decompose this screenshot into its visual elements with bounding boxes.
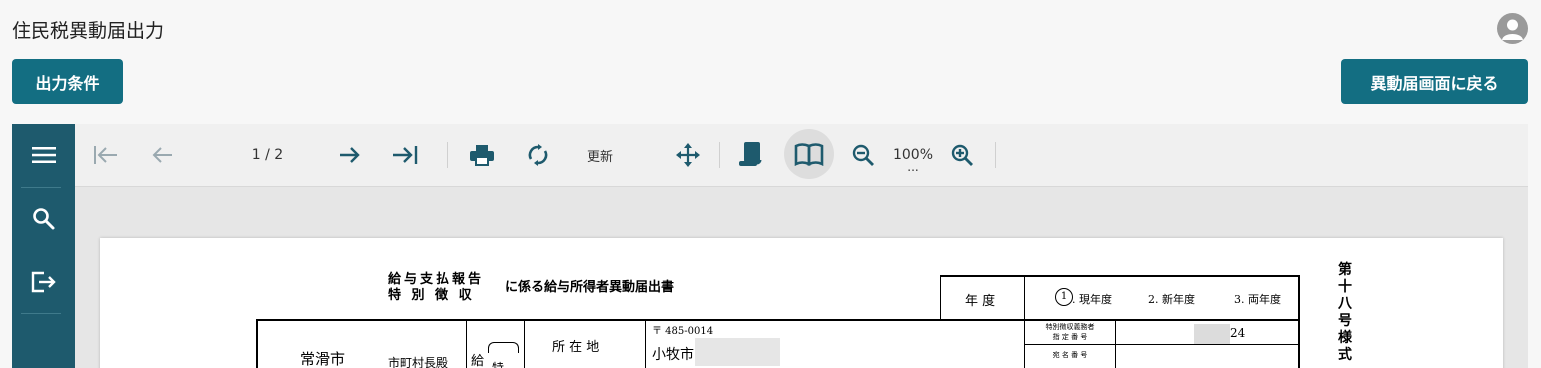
print-icon[interactable] xyxy=(465,134,499,176)
zoom-in-icon[interactable] xyxy=(945,134,979,176)
table-line xyxy=(256,319,258,368)
zoom-out-icon[interactable] xyxy=(846,134,880,176)
table-line xyxy=(940,275,1300,277)
previous-page-icon[interactable] xyxy=(148,134,178,176)
first-page-icon[interactable] xyxy=(91,134,121,176)
book-view-icon[interactable] xyxy=(784,129,834,179)
pan-move-icon[interactable] xyxy=(671,134,705,176)
search-icon[interactable] xyxy=(12,188,75,250)
table-line xyxy=(524,319,525,368)
zoom-more-indicator[interactable]: ... xyxy=(898,157,928,177)
back-to-transfer-screen-button[interactable]: 異動届画面に戻る xyxy=(1341,59,1528,104)
continuous-scroll-icon[interactable] xyxy=(734,134,768,176)
redaction-block xyxy=(1194,324,1230,344)
mayor-label: 市町村長殿 xyxy=(388,356,449,368)
table-line xyxy=(1298,275,1300,368)
bracket-mark xyxy=(488,342,519,353)
user-avatar-icon[interactable] xyxy=(1497,13,1528,44)
page-title: 住民税異動届出力 xyxy=(12,20,165,42)
kyu-label: 給 xyxy=(471,354,485,368)
year-option-3: 3. 両年度 xyxy=(1234,293,1281,306)
report-viewer: 1 / 2 更新 100% ... 給与支払報告 特 別 徴 収 に係る給与所得… xyxy=(12,124,1528,368)
address: 小牧市 xyxy=(652,347,694,363)
table-line xyxy=(645,319,646,368)
city-name: 常滑市 xyxy=(300,350,346,368)
toku-label: 特 xyxy=(492,361,505,368)
next-page-icon[interactable] xyxy=(334,134,364,176)
sidebar-divider xyxy=(21,313,61,314)
form-number: 第十八号様式 xyxy=(1338,262,1352,363)
toolbar-divider xyxy=(719,142,720,168)
obligor-label-1: 特別徴収義務者 xyxy=(1045,323,1095,331)
redaction-block xyxy=(695,338,780,366)
last-page-icon[interactable] xyxy=(388,134,422,176)
menu-icon[interactable] xyxy=(12,124,75,186)
toolbar-divider xyxy=(995,142,996,168)
table-line xyxy=(940,275,941,320)
page-indicator[interactable]: 1 / 2 xyxy=(230,134,305,176)
refresh-label[interactable]: 更新 xyxy=(575,134,625,176)
viewer-sidebar xyxy=(12,124,75,368)
year-label: 年 度 xyxy=(965,294,996,309)
year-option-1-circled: 1 xyxy=(1055,288,1073,306)
doc-title-suffix: に係る給与所得者異動届出書 xyxy=(505,280,675,295)
obligor-label-2: 指 定 番 号 xyxy=(1052,333,1088,341)
doc-title-bottom: 特 別 徴 収 xyxy=(388,288,475,303)
obligor-number: 24 xyxy=(1230,326,1246,340)
refresh-icon[interactable] xyxy=(521,134,555,176)
table-line xyxy=(256,319,1300,321)
postal-code: 〒 485-0014 xyxy=(652,326,714,337)
table-line xyxy=(1024,344,1300,345)
export-icon[interactable] xyxy=(12,251,75,313)
document-page: 給与支払報告 特 別 徴 収 に係る給与所得者異動届出書 年 度 1 . 現年度… xyxy=(100,238,1503,368)
year-option-1: . 現年度 xyxy=(1072,293,1112,306)
output-conditions-button[interactable]: 出力条件 xyxy=(12,59,123,104)
toolbar-divider xyxy=(447,142,448,168)
table-line xyxy=(466,319,467,368)
table-line xyxy=(1024,275,1025,368)
location-label: 所 在 地 xyxy=(552,340,600,355)
viewer-toolbar: 1 / 2 更新 100% ... xyxy=(75,124,1528,187)
addressee-number-label: 宛 名 番 号 xyxy=(1052,351,1088,359)
year-option-2: 2. 新年度 xyxy=(1148,293,1195,306)
